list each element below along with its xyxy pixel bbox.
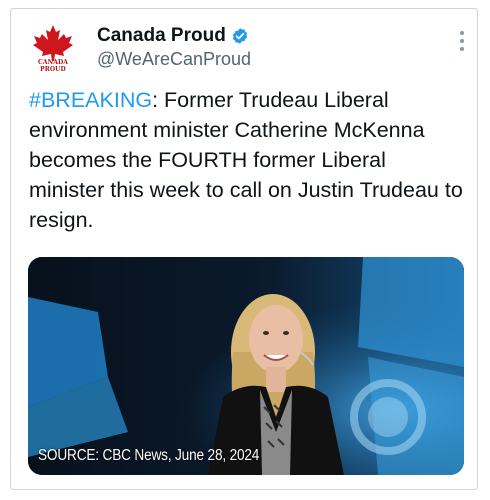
verified-badge-icon [232,28,247,44]
logo-text: CANADA PROUD [37,59,69,73]
media-image [28,257,464,475]
hashtag-link[interactable]: #BREAKING [29,88,152,112]
author-handle[interactable]: @WeAreCanProud [97,49,251,70]
tweet-text: #BREAKING: Former Trudeau Liberal enviro… [29,85,463,235]
tweet-header: CANADA PROUD Canada Proud @WeAreCanProud [29,23,469,73]
tweet-media[interactable]: SOURCE: CBC News, June 28, 2024 [28,257,464,475]
media-caption: SOURCE: CBC News, June 28, 2024 [38,447,260,464]
maple-leaf-icon [33,25,73,61]
author-name[interactable]: Canada Proud [97,25,226,47]
tweet-card: CANADA PROUD Canada Proud @WeAreCanProud… [10,8,478,490]
author-row: Canada Proud [97,25,249,47]
more-options-icon[interactable] [459,31,465,53]
avatar[interactable]: CANADA PROUD [29,23,77,73]
